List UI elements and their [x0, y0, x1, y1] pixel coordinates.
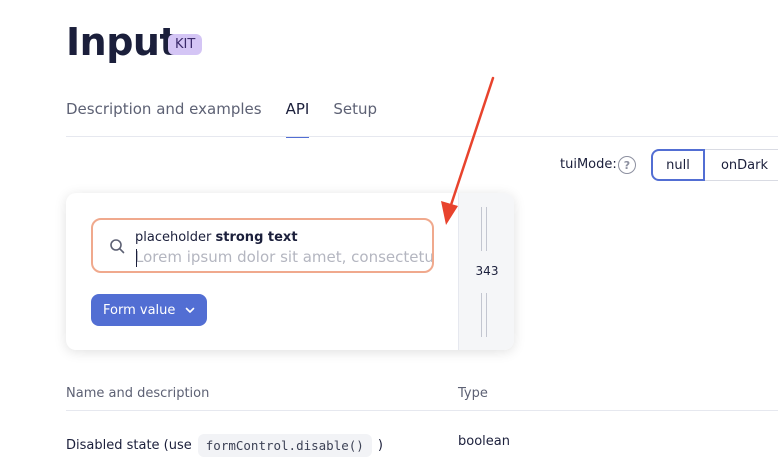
mode-label: tuiMode: [560, 157, 617, 172]
column-header-name: Name and description [66, 386, 210, 401]
search-icon [110, 239, 125, 254]
mode-toggle-group: null onDark [651, 149, 778, 181]
mode-null-button[interactable]: null [651, 149, 705, 181]
table-divider [66, 410, 778, 411]
row-description: Disabled state (use [66, 438, 192, 453]
mode-ondark-button[interactable]: onDark [705, 149, 778, 181]
page-title: Input [66, 20, 178, 64]
table-row: Disabled state (use formControl.disable(… [66, 434, 383, 457]
column-header-type: Type [458, 386, 488, 401]
code-snippet: formControl.disable() [197, 434, 372, 457]
width-readout: 343 [475, 264, 499, 278]
tabs-divider [66, 136, 778, 137]
tab-description-and-examples[interactable]: Description and examples [66, 100, 262, 138]
row-type: boolean [458, 434, 510, 449]
text-input[interactable]: placeholder strong text Lorem ipsum dolo… [91, 218, 434, 273]
row-description-end: ) [377, 438, 383, 453]
form-value-label: Form value [103, 302, 176, 318]
tab-bar: Description and examples API Setup [66, 100, 401, 138]
input-placeholder: Lorem ipsum dolor sit amet, consectetur … [135, 248, 434, 266]
kit-badge: KIT [168, 34, 203, 55]
form-value-button[interactable]: Form value [91, 294, 208, 326]
grip-icon [481, 293, 487, 337]
question-icon[interactable]: ? [618, 156, 636, 174]
tab-api[interactable]: API [285, 100, 309, 138]
annotation-arrow [441, 76, 495, 225]
chevron-down-icon [186, 307, 195, 313]
tab-setup[interactable]: Setup [333, 100, 377, 138]
text-caret [136, 249, 137, 267]
input-label: placeholder strong text [135, 230, 298, 245]
